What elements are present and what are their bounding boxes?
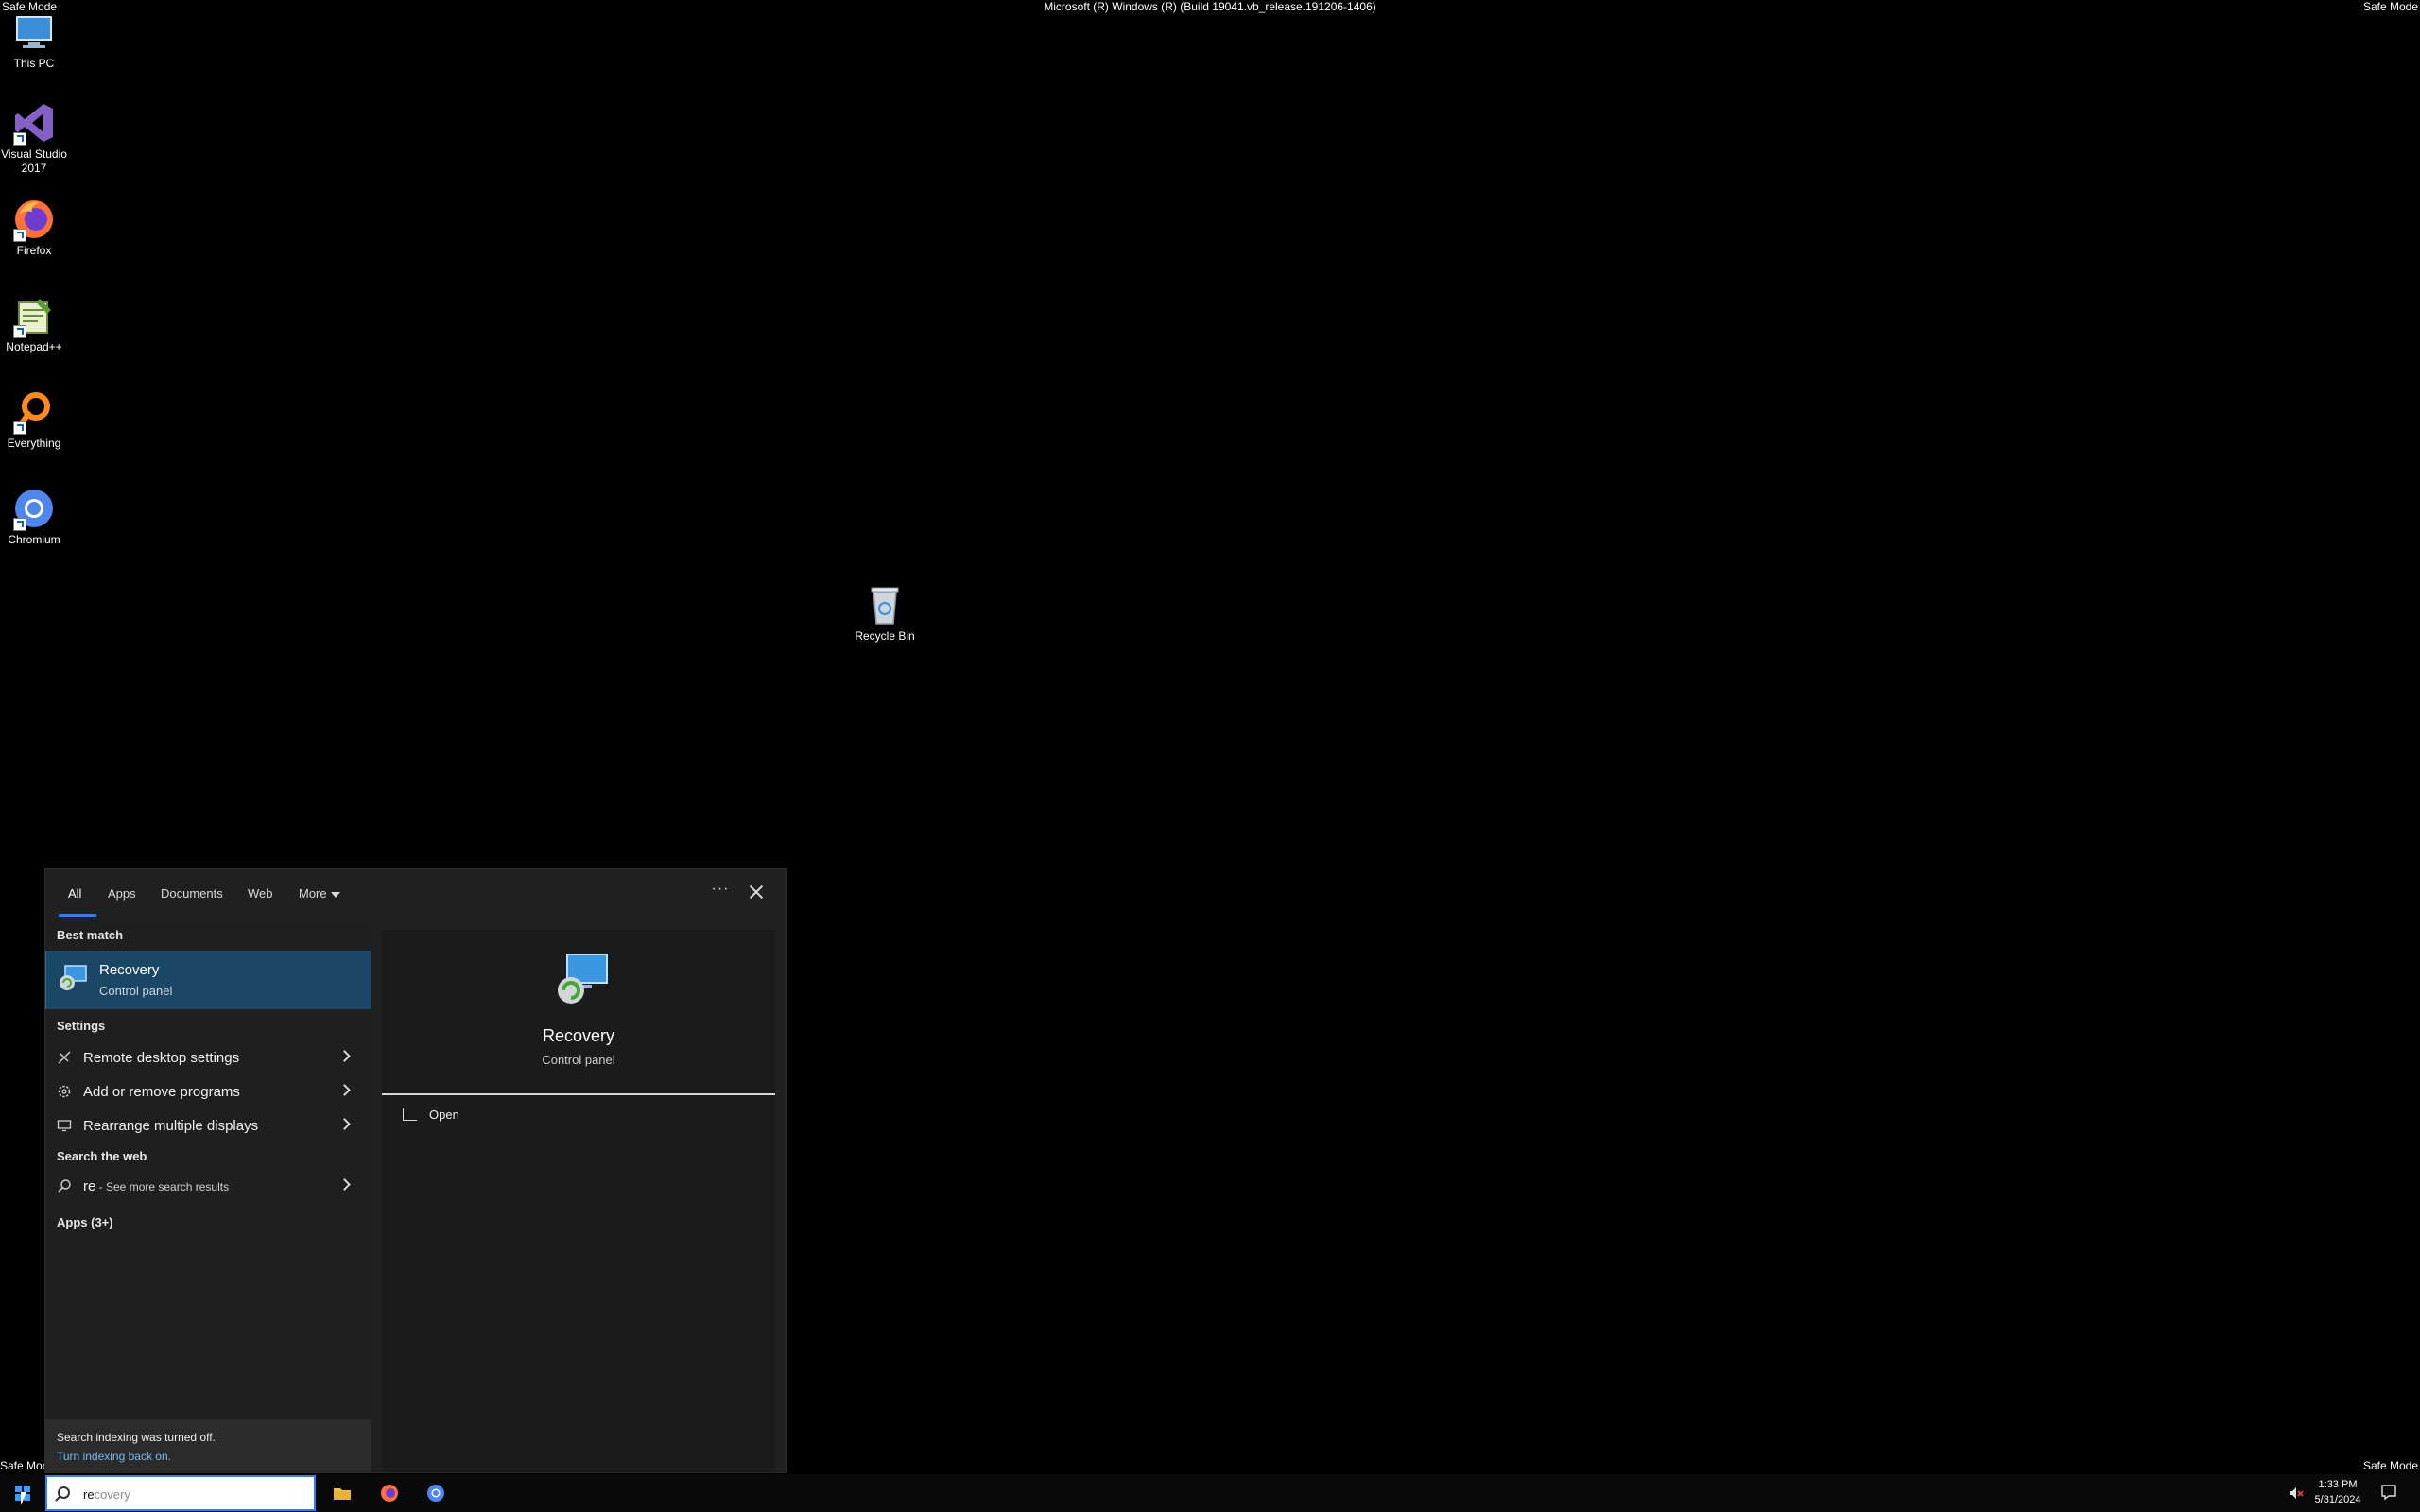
indexing-notice: Search indexing was turned off. Turn ind… [45,1419,371,1472]
desktop-icon-firefox[interactable]: Firefox [0,197,68,258]
taskbar-firefox[interactable] [369,1478,410,1508]
shortcut-arrow-icon [13,518,26,531]
desktop-icon-label: Visual Studio 2017 [1,147,67,175]
open-icon [403,1108,417,1121]
mouse-cursor-icon [21,1492,26,1505]
firefox-icon [380,1484,399,1503]
search-autocomplete: covery [94,1487,130,1502]
settings-item-label: Remote desktop settings [83,1050,240,1066]
desktop-icon-everything[interactable]: Everything [0,389,68,451]
apps-header[interactable]: Apps (3+) [57,1215,113,1229]
detail-subtitle: Control panel [542,1053,615,1067]
detail-divider [382,1093,775,1095]
remote-desktop-icon [57,1050,72,1065]
taskbar: recovery 1:33 PM 5/31/2024 [0,1474,2420,1512]
tab-documents[interactable]: Documents [161,886,223,901]
firefox-icon [11,197,57,242]
safe-mode-label-bottom-right: Safe Mode [2362,1459,2418,1472]
desktop-icon-label: Recycle Bin [855,629,915,643]
open-label: Open [429,1108,459,1122]
close-icon[interactable] [745,881,768,903]
settings-item-remote-desktop[interactable]: Remote desktop settings [45,1041,371,1074]
best-match-item[interactable]: Recovery Control panel [45,951,371,1009]
tab-more-label: More [299,886,327,901]
search-typed: re [83,1487,95,1502]
visual-studio-icon [11,100,57,146]
safe-mode-label-bottom-left: Safe Moc [0,1459,48,1472]
settings-item-label: Add or remove programs [83,1084,240,1100]
display-icon [57,1118,72,1133]
recycle-bin-icon [862,582,908,627]
computer-icon [11,9,57,55]
clock-time: 1:33 PM [2318,1479,2358,1490]
tab-web[interactable]: Web [248,886,273,901]
file-explorer-icon [333,1484,352,1503]
tab-apps[interactable]: Apps [108,886,136,901]
start-button[interactable] [0,1474,43,1512]
recovery-icon [58,962,88,992]
search-icon [57,1178,72,1194]
turn-indexing-on-link[interactable]: Turn indexing back on. [57,1450,171,1463]
system-clock[interactable]: 1:33 PM 5/31/2024 [2310,1477,2365,1507]
web-search-suffix: - See more search results [95,1180,230,1194]
notification-center-icon[interactable] [2380,1484,2397,1501]
settings-header: Settings [57,1019,106,1033]
desktop-icon-this-pc[interactable]: This PC [0,9,68,71]
recovery-icon [550,949,611,1009]
detail-title: Recovery [542,1026,615,1045]
chevron-down-icon [330,891,340,898]
web-search-query: re [83,1178,96,1194]
shortcut-arrow-icon [13,325,26,338]
search-tabs: All Apps Documents Web More ··· [45,869,788,919]
clock-date: 5/31/2024 [2314,1494,2361,1505]
shortcut-arrow-icon [13,421,26,435]
chromium-icon [11,486,57,531]
web-search-label: re - See more search results [83,1178,229,1194]
desktop-icon-visual-studio[interactable]: Visual Studio 2017 [0,100,68,176]
desktop-icon-label: Notepad++ [6,340,62,353]
search-input-text[interactable]: recovery [83,1487,130,1502]
tab-all[interactable]: All [68,886,81,901]
desktop-icon-label: Everything [7,437,61,450]
chevron-right-icon[interactable] [338,1084,351,1096]
safe-mode-label-top-right: Safe Mode [2362,0,2418,13]
web-search-item[interactable]: re - See more search results [45,1170,371,1202]
open-action[interactable]: Open [382,1096,775,1134]
desktop-icon-label: This PC [13,57,55,70]
detail-pane: Recovery Control panel Open [382,930,775,1472]
chevron-right-icon[interactable] [338,1178,351,1191]
search-panel: All Apps Documents Web More ··· Best mat… [44,868,787,1473]
everything-icon [11,389,57,435]
best-match-header: Best match [57,928,124,942]
chromium-icon [426,1484,445,1503]
active-tab-indicator [59,914,96,917]
search-web-header: Search the web [57,1149,147,1163]
settings-item-rearrange-displays[interactable]: Rearrange multiple displays [45,1109,371,1142]
chevron-right-icon[interactable] [338,1050,351,1062]
indexing-notice-text: Search indexing was turned off. [57,1431,216,1444]
desktop-icon-recycle-bin[interactable]: Recycle Bin [851,582,919,644]
taskbar-search-box[interactable]: recovery [45,1475,316,1511]
desktop-icon-notepadpp[interactable]: Notepad++ [0,293,68,354]
more-options-button[interactable]: ··· [707,881,734,902]
shortcut-arrow-icon [13,132,26,146]
results-list: Best match Recovery Control panel Settin… [45,919,371,1472]
desktop-icon-label: Firefox [16,244,52,257]
volume-muted-icon[interactable] [2288,1485,2305,1502]
gear-icon [57,1084,72,1099]
settings-item-label: Rearrange multiple displays [83,1118,259,1134]
taskbar-chromium[interactable] [415,1478,457,1508]
notepadpp-icon [11,293,57,338]
chevron-right-icon[interactable] [338,1118,351,1130]
shortcut-arrow-icon [13,229,26,242]
best-match-subtitle: Control panel [99,984,173,998]
tab-more[interactable]: More [299,886,340,901]
build-string: Microsoft (R) Windows (R) (Build 19041.v… [1044,0,1376,13]
best-match-title: Recovery [99,962,160,978]
desktop-icon-label: Chromium [8,533,60,546]
search-icon [58,1486,70,1499]
desktop-icon-chromium[interactable]: Chromium [0,486,68,547]
taskbar-file-explorer[interactable] [321,1478,363,1508]
settings-item-add-remove-programs[interactable]: Add or remove programs [45,1075,371,1108]
